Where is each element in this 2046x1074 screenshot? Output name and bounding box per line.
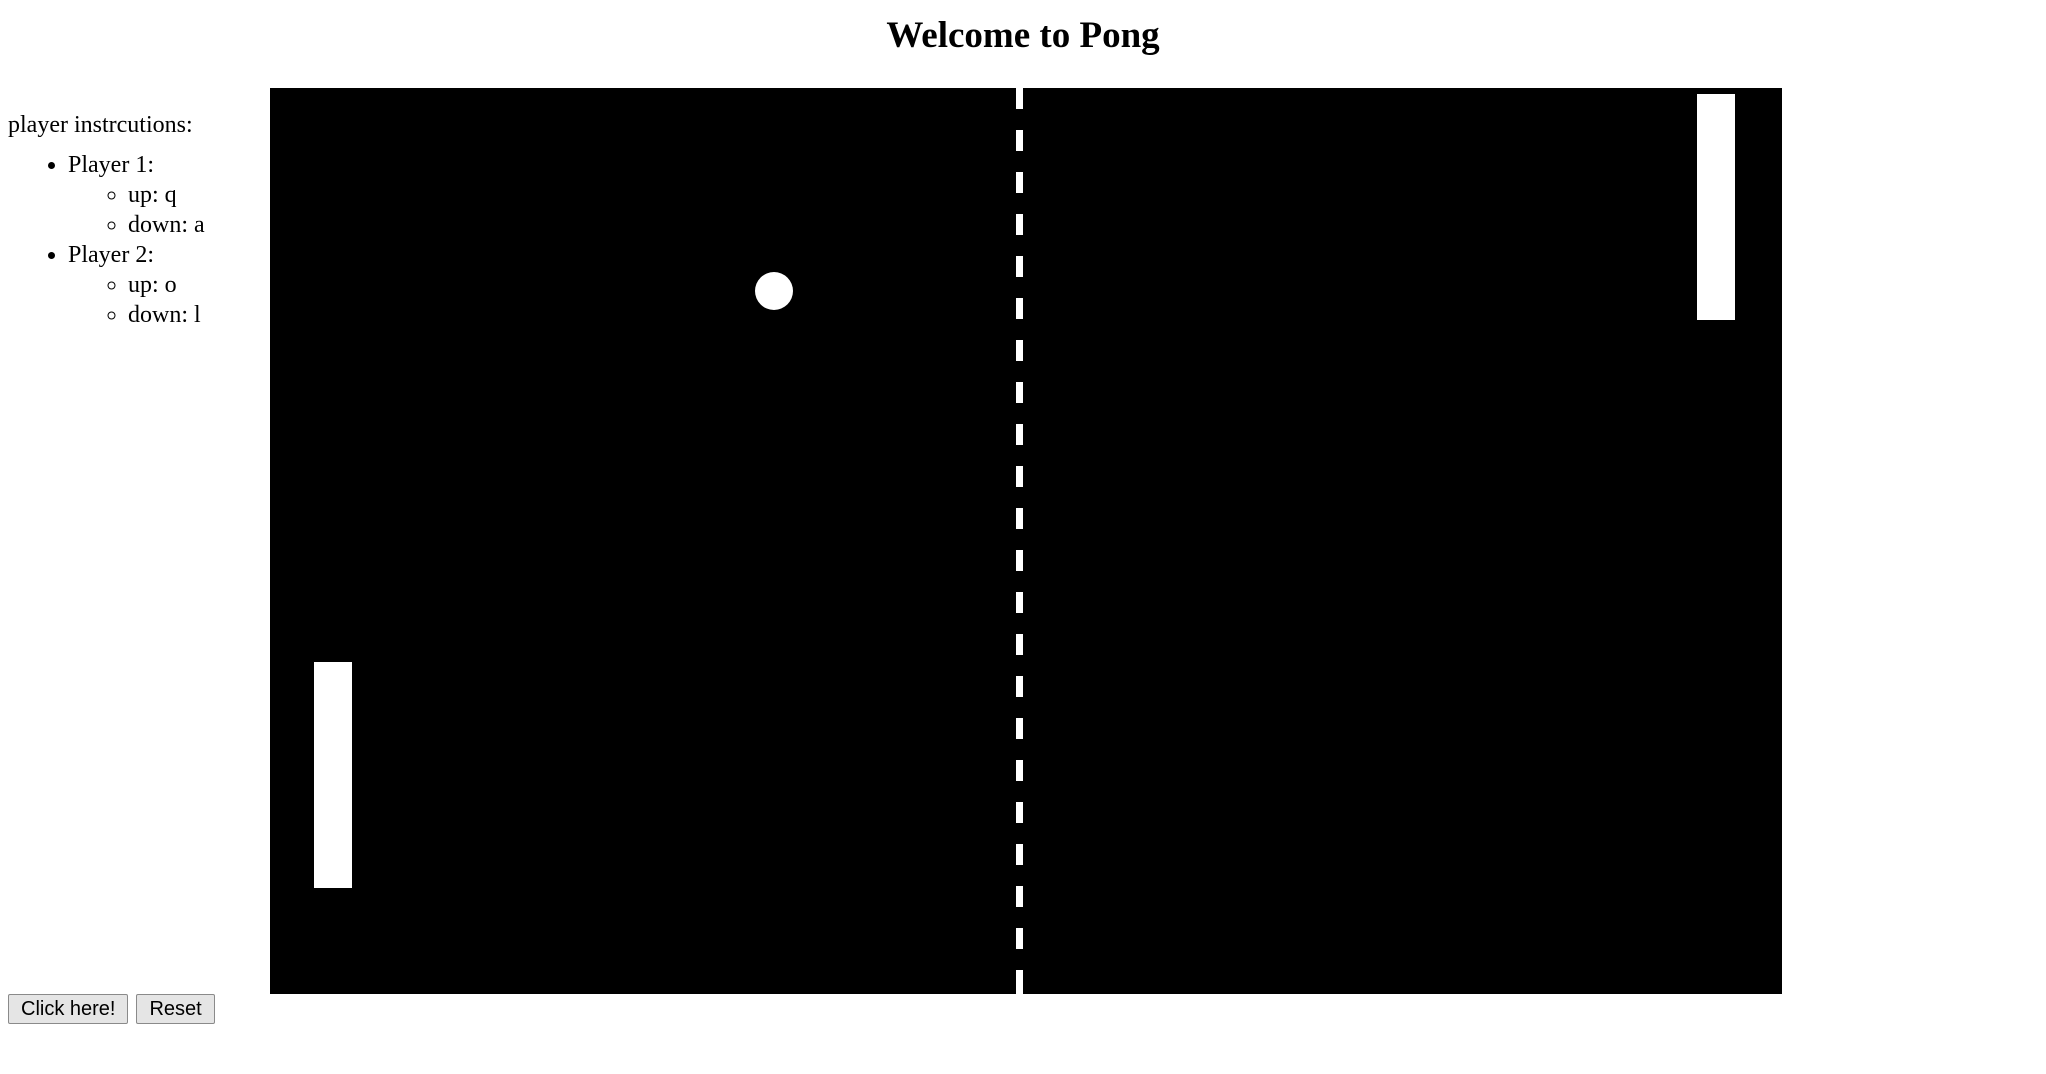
center-net-line: [1016, 88, 1023, 994]
player-2-up-key: up: o: [128, 270, 205, 300]
player-instructions: player instrcutions: Player 1: up: q dow…: [8, 110, 205, 330]
player-2-item: Player 2: up: o down: l: [68, 240, 205, 330]
ball: [755, 272, 793, 310]
player-1-label: Player 1:: [68, 152, 154, 178]
page-title: Welcome to Pong: [886, 15, 1160, 56]
player-1-keys: up: q down: a: [68, 180, 205, 240]
game-canvas[interactable]: [270, 88, 1782, 994]
player-2-down-key: down: l: [128, 300, 205, 330]
player-2-label: Player 2:: [68, 242, 154, 268]
player-2-keys: up: o down: l: [68, 270, 205, 330]
players-list: Player 1: up: q down: a Player 2: up: o …: [8, 150, 205, 330]
reset-button[interactable]: Reset: [136, 994, 215, 1024]
center-net-line-end: [1016, 973, 1023, 994]
start-button[interactable]: Click here!: [8, 994, 129, 1024]
player-1-paddle: [314, 662, 352, 888]
controls-bar: Click here! Reset: [8, 994, 215, 1024]
player-1-down-key: down: a: [128, 210, 205, 240]
player-2-paddle: [1697, 94, 1735, 320]
player-1-item: Player 1: up: q down: a: [68, 150, 205, 240]
player-1-up-key: up: q: [128, 180, 205, 210]
instructions-heading: player instrcutions:: [8, 112, 193, 138]
